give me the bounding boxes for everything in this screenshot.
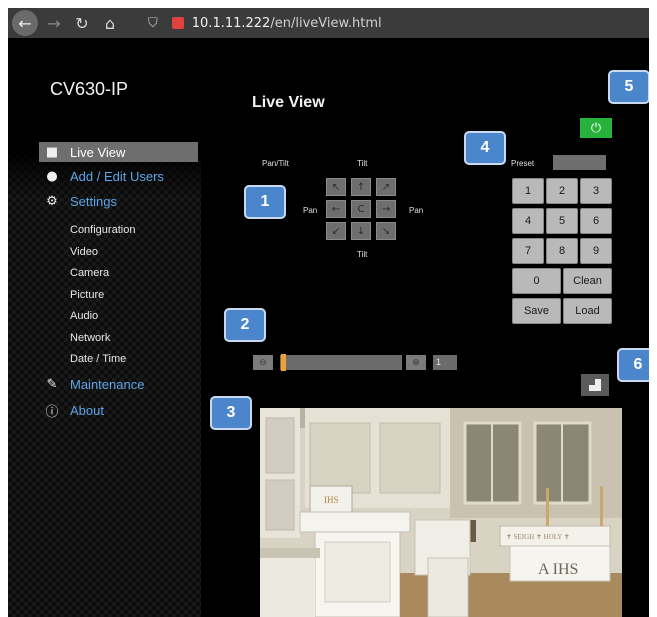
- user-icon: ●: [46, 168, 58, 184]
- app-title: CV630-IP: [50, 79, 129, 99]
- gear-icon: ⚙: [46, 193, 58, 209]
- forward-arrow-icon[interactable]: →: [42, 11, 66, 35]
- address-bar[interactable]: 10.1.11.222/en/liveView.html: [192, 16, 382, 31]
- insecure-lock-icon[interactable]: [171, 17, 184, 29]
- svg-text:IHS: IHS: [324, 495, 339, 505]
- keypad-1-button[interactable]: 1: [512, 178, 544, 204]
- keypad-5-button[interactable]: 5: [546, 208, 578, 234]
- svg-text:✝ SEIGH ✝ HOLY ✝: ✝ SEIGH ✝ HOLY ✝: [506, 533, 570, 541]
- zoom-value: 1: [433, 355, 457, 370]
- live-video-feed[interactable]: IHS ✝ SEIGH ✝ HOLY ✝ A IHS: [260, 408, 622, 617]
- power-icon: ⏻: [590, 120, 602, 136]
- sidebar-item-maintenance[interactable]: ✎ Maintenance: [42, 374, 145, 394]
- keypad-7-button[interactable]: 7: [512, 238, 544, 264]
- keypad-8-button[interactable]: 8: [546, 238, 578, 264]
- zoom-in-button[interactable]: ⊕: [406, 355, 426, 370]
- info-icon: ⓘ: [45, 404, 59, 420]
- keypad-3-button[interactable]: 3: [580, 178, 612, 204]
- browser-toolbar: ← → ↻ ⌂ ⛉ 10.1.11.222/en/liveView.html: [8, 8, 649, 38]
- church-interior-image: IHS ✝ SEIGH ✝ HOLY ✝ A IHS: [260, 408, 622, 617]
- ptz-down-button[interactable]: ↓: [351, 222, 371, 240]
- zoom-out-icon: ⊖: [259, 357, 267, 368]
- sidebar-item-label: Add / Edit Users: [70, 168, 164, 184]
- callout-badge-3: 3: [210, 396, 252, 430]
- pan-left-label: Pan: [303, 206, 318, 215]
- load-button[interactable]: Load: [563, 298, 612, 324]
- sidebar-item-network[interactable]: Network: [70, 332, 110, 344]
- page-title: Live View: [252, 94, 325, 111]
- sidebar-item-settings[interactable]: ⚙ Settings: [42, 191, 117, 211]
- pan-right-label: Pan: [409, 206, 424, 215]
- sidebar-item-label: About: [70, 402, 104, 418]
- callout-badge-4: 4: [464, 131, 506, 165]
- ptz-center-button[interactable]: C: [351, 200, 371, 218]
- pan-tilt-label: Pan/Tilt: [262, 159, 289, 168]
- sidebar-item-label: Live View: [70, 144, 126, 160]
- ptz-up-right-button[interactable]: ↗: [376, 178, 396, 196]
- sidebar-item-picture[interactable]: Picture: [70, 289, 104, 301]
- fullscreen-icon: [589, 379, 601, 391]
- ptz-right-button[interactable]: →: [376, 200, 396, 218]
- app-window: CV630-IP ■ Live View ● Add / Edit Users …: [8, 38, 649, 617]
- zoom-slider-track[interactable]: [280, 355, 402, 370]
- power-button[interactable]: ⏻: [580, 118, 612, 138]
- shield-icon[interactable]: ⛉: [148, 16, 158, 31]
- sidebar-item-configuration[interactable]: Configuration: [70, 224, 135, 236]
- callout-badge-2: 2: [224, 308, 266, 342]
- sidebar-item-date-time[interactable]: Date / Time: [70, 353, 126, 365]
- callout-badge-5: 5: [608, 70, 649, 104]
- clean-button[interactable]: Clean: [563, 268, 612, 294]
- sidebar-item-camera[interactable]: Camera: [70, 267, 109, 279]
- tilt-top-label: Tilt: [357, 159, 368, 168]
- sidebar-item-about[interactable]: ⓘ About: [42, 400, 104, 420]
- callout-badge-1: 1: [244, 185, 286, 219]
- ptz-up-button[interactable]: ↑: [351, 178, 371, 196]
- camera-icon: ■: [45, 144, 59, 160]
- sidebar-item-add-edit-users[interactable]: ● Add / Edit Users: [42, 166, 164, 186]
- keypad-0-button[interactable]: 0: [512, 268, 561, 294]
- ptz-down-left-button[interactable]: ↙: [326, 222, 346, 240]
- home-icon[interactable]: ⌂: [98, 11, 122, 35]
- sidebar-item-live-view[interactable]: ■ Live View: [39, 142, 198, 162]
- keypad-6-button[interactable]: 6: [580, 208, 612, 234]
- url-host: 10.1.11.222: [191, 15, 271, 31]
- sidebar-item-label: Maintenance: [70, 376, 145, 392]
- ptz-down-right-button[interactable]: ↘: [376, 222, 396, 240]
- keypad-9-button[interactable]: 9: [580, 238, 612, 264]
- sidebar-item-audio[interactable]: Audio: [70, 310, 98, 322]
- ptz-up-left-button[interactable]: ↖: [326, 178, 346, 196]
- zoom-slider-handle[interactable]: [281, 354, 286, 371]
- preset-input[interactable]: [553, 155, 606, 170]
- wrench-icon: ✎: [46, 376, 58, 392]
- preset-label: Preset: [511, 159, 535, 168]
- tilt-bottom-label: Tilt: [357, 250, 368, 259]
- keypad-2-button[interactable]: 2: [546, 178, 578, 204]
- reload-icon[interactable]: ↻: [70, 11, 94, 35]
- svg-text:A IHS: A IHS: [538, 561, 578, 578]
- sidebar-item-video[interactable]: Video: [70, 246, 98, 258]
- back-arrow-icon[interactable]: ←: [12, 10, 38, 36]
- zoom-in-icon: ⊕: [412, 357, 420, 368]
- ptz-left-button[interactable]: ←: [326, 200, 346, 218]
- zoom-out-button[interactable]: ⊖: [253, 355, 273, 370]
- fullscreen-button[interactable]: [581, 374, 609, 396]
- callout-badge-6: 6: [617, 348, 649, 382]
- keypad-4-button[interactable]: 4: [512, 208, 544, 234]
- url-path: /en/liveView.html: [270, 15, 382, 31]
- sidebar-item-label: Settings: [70, 193, 117, 209]
- save-button[interactable]: Save: [512, 298, 561, 324]
